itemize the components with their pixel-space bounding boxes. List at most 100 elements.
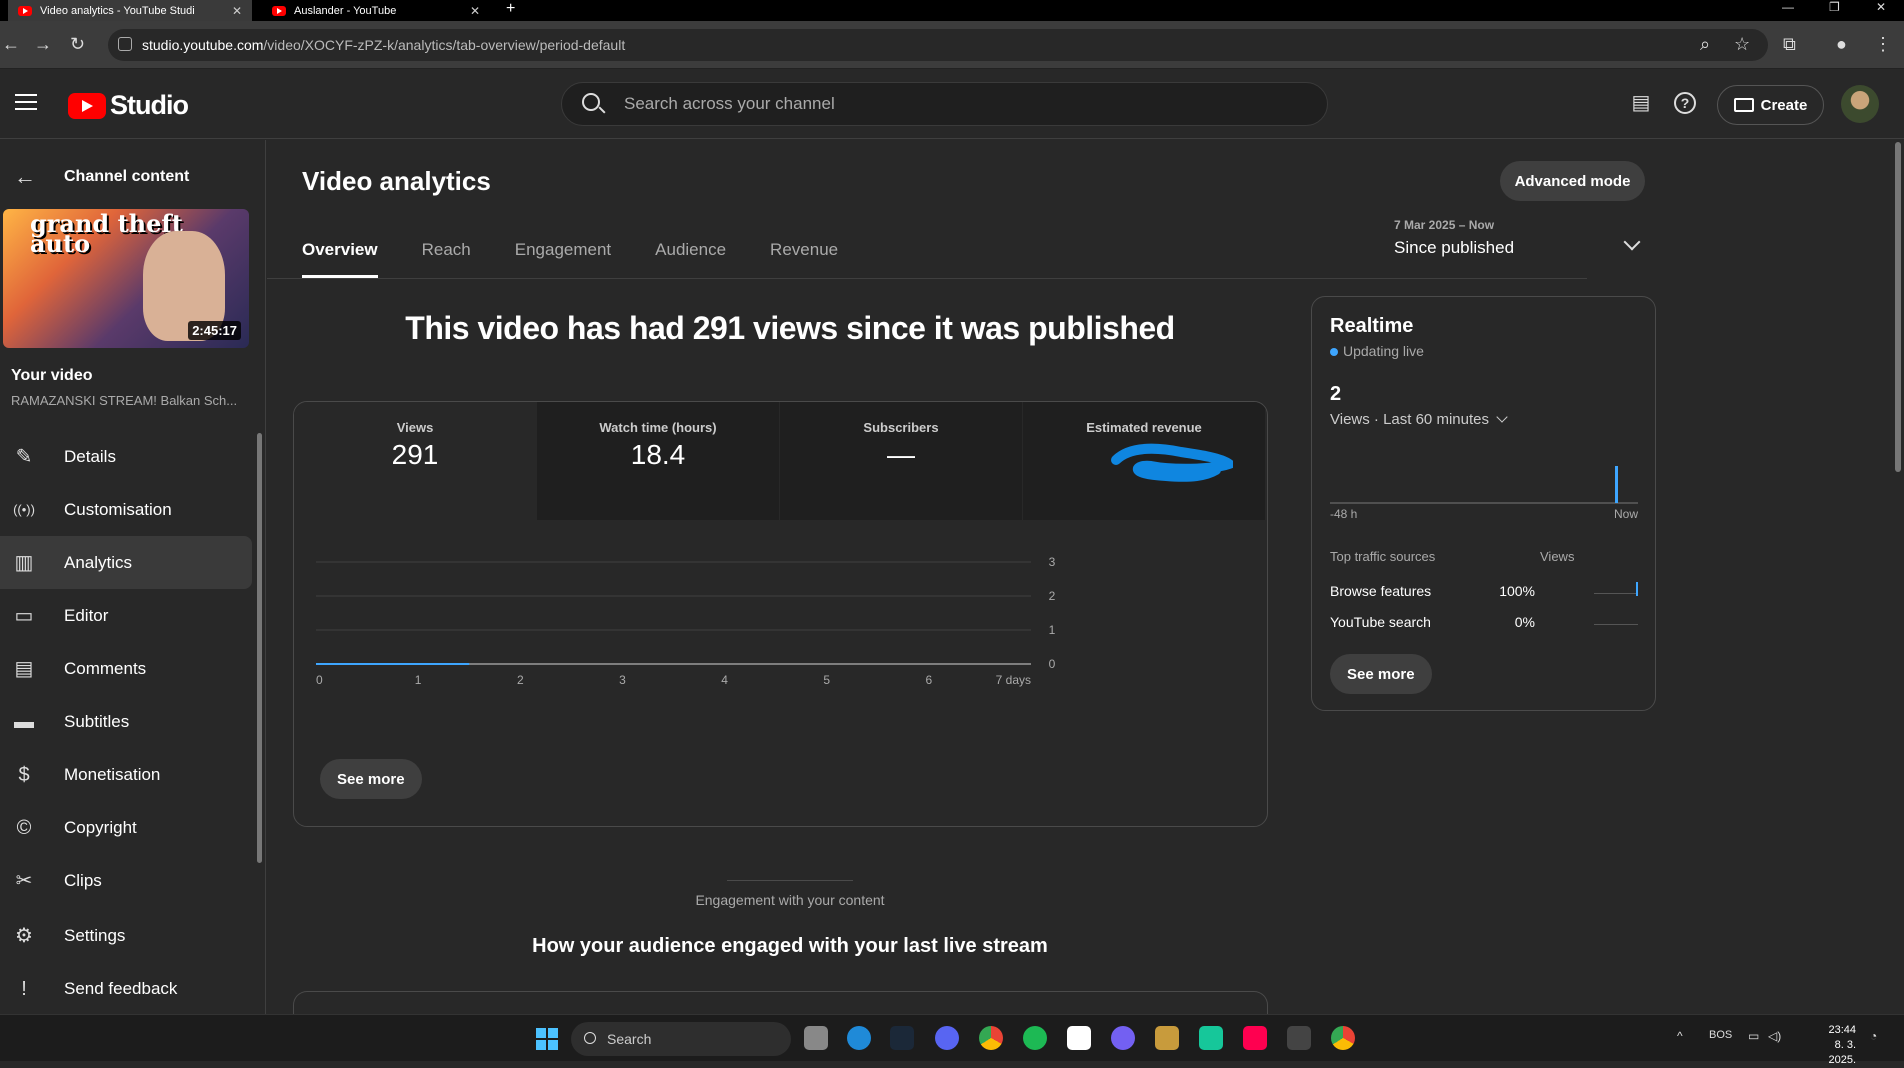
minimize-icon[interactable]: — xyxy=(1782,0,1794,14)
task-view-icon[interactable] xyxy=(804,1026,828,1050)
channel-content-link[interactable]: ← Channel content xyxy=(14,164,189,190)
sidebar-item-send-feedback[interactable]: ! Send feedback xyxy=(0,962,258,1015)
site-info-icon[interactable] xyxy=(118,37,132,51)
sidebar-item-customisation[interactable]: ((•)) Customisation xyxy=(0,483,258,536)
sidebar-item-monetisation[interactable]: $ Monetisation xyxy=(0,748,258,801)
app-icon[interactable] xyxy=(1199,1026,1223,1050)
browser-menu-icon[interactable]: ⋮ xyxy=(1874,34,1892,55)
sidebar: ← Channel content grand theft auto 2:45:… xyxy=(0,140,266,1014)
help-icon[interactable]: ? xyxy=(1674,92,1696,114)
sidebar-item-label: Details xyxy=(64,446,116,466)
avatar[interactable] xyxy=(1841,85,1879,123)
realtime-see-more-button[interactable]: See more xyxy=(1330,654,1432,694)
sidebar-scrollbar[interactable] xyxy=(257,433,262,863)
realtime-count: 2 xyxy=(1330,383,1342,405)
x-tick-label: 6 xyxy=(926,673,933,687)
comment-feedback-icon[interactable]: ▤ xyxy=(1630,92,1652,114)
tiktok-icon[interactable] xyxy=(1243,1026,1267,1050)
notification-bell-icon[interactable]: ◔ xyxy=(1870,1029,1877,1043)
windows-taskbar: Search ^ BOS ▭ ◁) 23:44 8. 3. 2025. ◔ xyxy=(0,1014,1904,1066)
viber-icon[interactable] xyxy=(1111,1026,1135,1050)
bookmark-star-icon[interactable]: ☆ xyxy=(1734,34,1750,55)
language-indicator[interactable]: BOS xyxy=(1709,1029,1732,1041)
realtime-views-label: Views · Last 60 minutes xyxy=(1330,411,1489,428)
main-scrollbar[interactable] xyxy=(1895,142,1901,472)
back-icon[interactable]: ← xyxy=(2,34,20,55)
volume-icon[interactable]: ◁) xyxy=(1768,1029,1781,1043)
x-tick-label: 5 xyxy=(823,673,830,687)
search-input[interactable]: Search across your channel xyxy=(561,82,1328,126)
sidebar-item-comments[interactable]: ▤ Comments xyxy=(0,642,258,695)
new-tab-icon[interactable]: + xyxy=(506,0,515,18)
league-icon[interactable] xyxy=(1155,1026,1179,1050)
metric-views[interactable]: Views 291 xyxy=(294,402,537,520)
browser-tab-auslander[interactable]: Auslander - YouTube ✕ xyxy=(262,0,490,21)
windows-start-icon[interactable] xyxy=(536,1028,558,1050)
period-selector[interactable]: 7 Mar 2025 – Now Since published xyxy=(1394,218,1641,258)
dollar-icon: $ xyxy=(18,764,30,786)
discord-icon[interactable] xyxy=(935,1026,959,1050)
sidebar-item-label: Settings xyxy=(64,925,126,945)
sidebar-item-subtitles[interactable]: ▬ Subtitles xyxy=(0,695,258,748)
forward-icon[interactable]: → xyxy=(34,34,52,55)
sidebar-item-label: Analytics xyxy=(64,552,133,572)
comment-icon: ▤ xyxy=(14,658,34,680)
tab-revenue[interactable]: Revenue xyxy=(770,240,838,278)
metric-watch-time[interactable]: Watch time (hours) 18.4 xyxy=(537,402,780,520)
studio-logo[interactable]: Studio xyxy=(68,90,189,121)
spotify-icon[interactable] xyxy=(1023,1026,1047,1050)
tab-engagement[interactable]: Engagement xyxy=(515,240,611,278)
sidebar-item-settings[interactable]: ⚙ Settings xyxy=(0,909,258,962)
minecraft-icon[interactable] xyxy=(1287,1026,1311,1050)
period-label: Since published xyxy=(1394,238,1515,257)
capcut-icon[interactable] xyxy=(1067,1026,1091,1050)
video-thumbnail[interactable]: grand theft auto 2:45:17 xyxy=(3,209,249,348)
browser-tab-studio[interactable]: Video analytics - YouTube Studi ✕ xyxy=(8,0,252,21)
chrome-active-icon[interactable] xyxy=(1331,1026,1355,1050)
tab-audience[interactable]: Audience xyxy=(655,240,726,278)
sidebar-item-copyright[interactable]: © Copyright xyxy=(0,801,258,854)
realtime-period-dropdown[interactable]: Views · Last 60 minutes xyxy=(1330,411,1508,428)
tab-overview[interactable]: Overview xyxy=(302,240,378,278)
close-window-icon[interactable]: ✕ xyxy=(1876,0,1886,14)
traffic-source-pct: 0% xyxy=(1514,614,1535,630)
see-more-button[interactable]: See more xyxy=(320,759,422,799)
browser-tab-title: Auslander - YouTube xyxy=(294,4,397,17)
y-tick-label: 2 xyxy=(1049,589,1056,603)
advanced-mode-button[interactable]: Advanced mode xyxy=(1500,161,1645,201)
traffic-source-bar-fill xyxy=(1636,582,1638,596)
browser-tab-title: Video analytics - YouTube Studi xyxy=(40,4,195,17)
restore-icon[interactable]: ❐ xyxy=(1829,0,1840,14)
close-tab-icon[interactable]: ✕ xyxy=(470,4,480,18)
url-field[interactable]: studio.youtube.com/video/XOCYF-zPZ-k/ana… xyxy=(108,29,1768,61)
metric-label: Watch time (hours) xyxy=(599,420,717,435)
taskbar-clock[interactable]: 23:44 8. 3. 2025. xyxy=(1806,1023,1856,1068)
reload-icon[interactable]: ↻ xyxy=(70,34,85,55)
extensions-icon[interactable]: ⧉ xyxy=(1783,34,1796,55)
metric-subscribers[interactable]: Subscribers — xyxy=(780,402,1023,520)
sidebar-item-clips[interactable]: ✂ Clips xyxy=(0,854,258,907)
tray-expand-icon[interactable]: ^ xyxy=(1677,1029,1683,1043)
traffic-source-name: Browse features xyxy=(1330,583,1432,599)
edge-icon[interactable] xyxy=(847,1026,871,1050)
close-tab-icon[interactable]: ✕ xyxy=(232,4,242,18)
sidebar-item-details[interactable]: ✎ Details xyxy=(0,430,258,483)
sidebar-item-label: Comments xyxy=(64,658,147,678)
engagement-label: Engagement with your content xyxy=(695,892,885,908)
tab-reach[interactable]: Reach xyxy=(422,240,471,278)
taskbar-search-label: Search xyxy=(607,1031,652,1047)
sidebar-item-editor[interactable]: ▭ Editor xyxy=(0,589,258,642)
chrome-icon[interactable] xyxy=(979,1026,1003,1050)
metric-label: Views xyxy=(396,420,434,435)
create-button[interactable]: Create xyxy=(1717,85,1824,125)
taskbar-search[interactable]: Search xyxy=(571,1022,791,1056)
sidebar-item-label: Clips xyxy=(64,870,102,890)
zoom-icon[interactable]: ⌕ xyxy=(1700,34,1710,55)
steam-icon[interactable] xyxy=(890,1026,914,1050)
sidebar-item-analytics[interactable]: ▥ Analytics xyxy=(0,536,252,589)
traffic-source-bar xyxy=(1594,624,1638,625)
menu-icon[interactable] xyxy=(15,94,37,110)
profile-icon[interactable]: ● xyxy=(1836,34,1847,55)
search-icon xyxy=(582,93,600,111)
network-icon[interactable]: ▭ xyxy=(1748,1029,1759,1043)
